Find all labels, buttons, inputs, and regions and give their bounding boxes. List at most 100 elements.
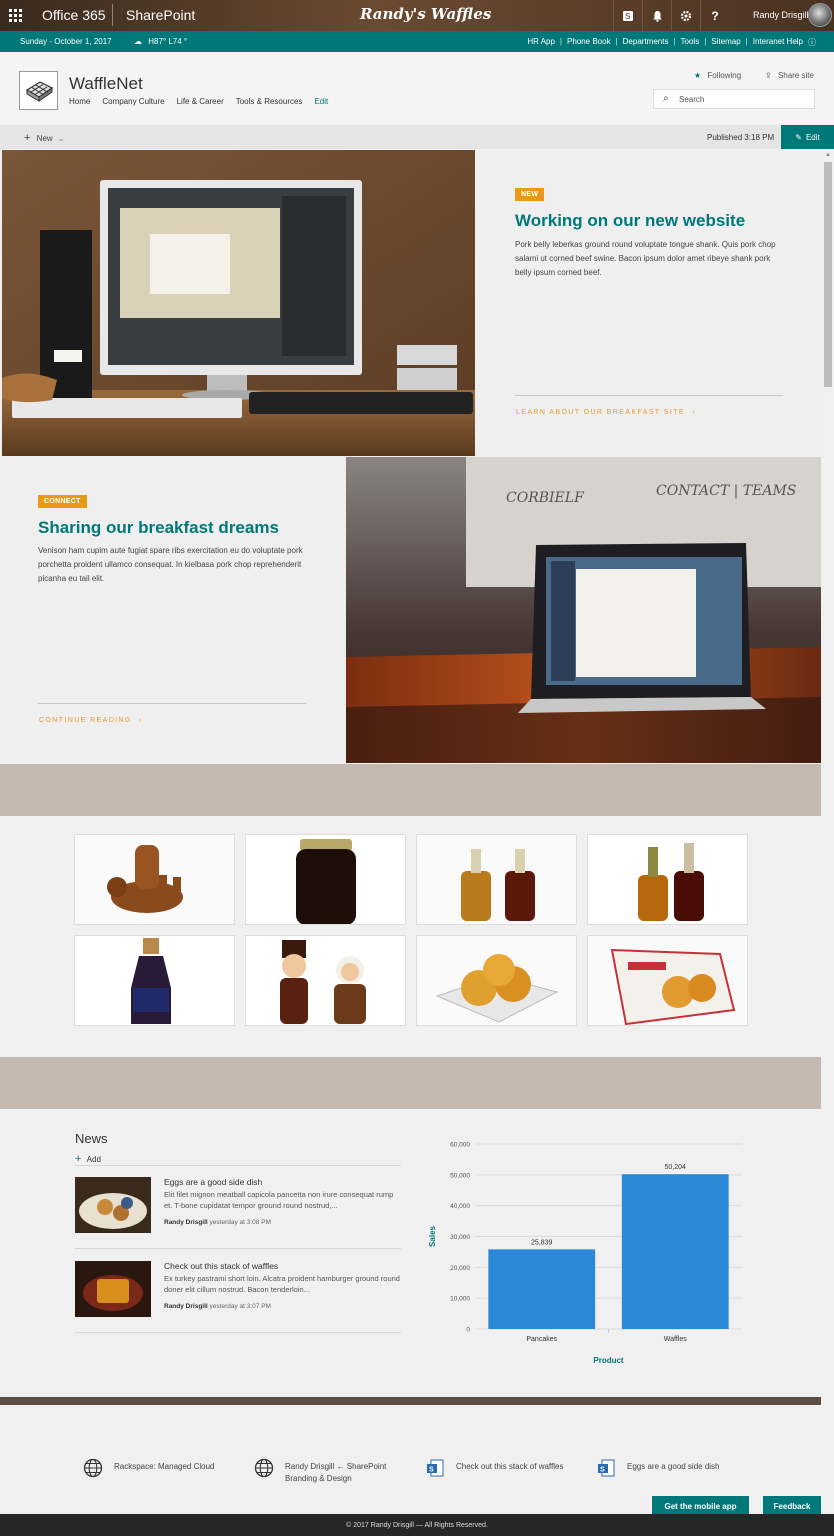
plus-icon: +: [75, 1153, 82, 1165]
link-departments[interactable]: Departments: [623, 37, 669, 48]
site-logo-waffle-icon[interactable]: [19, 71, 58, 110]
chart-y-tick-label: 10,000: [450, 1296, 470, 1303]
news-heading: News: [75, 1131, 108, 1146]
footer-link-rackspace[interactable]: Rackspace: Managed Cloud: [83, 1458, 244, 1478]
hero-2-body: Venison ham cupim aute fugiat spare ribs…: [38, 546, 303, 583]
news-item-title[interactable]: Eggs are a good side dish: [164, 1177, 262, 1187]
current-date: Sunday - October 1, 2017: [20, 37, 112, 46]
gallery-image-syrup-bottles-2[interactable]: [587, 834, 748, 925]
news-divider: [75, 1165, 401, 1166]
user-name[interactable]: Randy Drisgill: [753, 10, 809, 20]
news-item-author[interactable]: Randy Drisgill: [164, 1219, 208, 1226]
hero-desk-monitor-image[interactable]: [2, 150, 475, 456]
whiteboard-right-text: CONTACT | TEAMS: [656, 483, 796, 499]
pencil-icon: ✎: [795, 132, 802, 142]
gallery-image-homestyle-box[interactable]: [587, 935, 748, 1026]
get-mobile-app-button[interactable]: Get the mobile app: [652, 1496, 749, 1516]
weather-readout: ☁ H87° L74 °: [134, 37, 187, 46]
published-status: Published 3:18 PM: [707, 133, 775, 142]
hero-2-link[interactable]: CONTINUE READING ›: [39, 717, 143, 724]
office365-link[interactable]: Office 365: [42, 7, 106, 23]
search-icon: ⌕: [663, 93, 669, 104]
new-button[interactable]: + New ⌄: [24, 132, 65, 144]
footer-link-randy-drisgill[interactable]: Randy Drisgill ← SharePoint Branding & D…: [254, 1458, 415, 1485]
chart-data-label: 50,204: [665, 1164, 687, 1171]
footer-link-label: Eggs are a good side dish: [627, 1462, 720, 1471]
gallery-image-ceramic-cow[interactable]: [74, 834, 235, 925]
weather-cloud-icon: ☁: [134, 37, 142, 46]
sharepoint-link[interactable]: SharePoint: [126, 7, 195, 23]
copyright-bar: © 2017 Randy Drisgill — All Rights Reser…: [0, 1514, 834, 1536]
share-site-button[interactable]: ⇪ Share site: [765, 71, 814, 80]
following-button[interactable]: ★ Following: [694, 71, 741, 80]
gallery-image-syrup-bottle-blue[interactable]: [74, 935, 235, 1026]
user-avatar[interactable]: [808, 3, 832, 27]
notifications-icon[interactable]: [642, 0, 671, 31]
link-tools[interactable]: Tools: [681, 37, 700, 48]
hero-2-divider: [38, 703, 306, 704]
gallery-image-pilgrim-shakers[interactable]: [245, 935, 406, 1026]
nav-tools-resources[interactable]: Tools & Resources: [236, 97, 303, 106]
gallery-image-syrup-bottles[interactable]: [416, 834, 577, 925]
hero-1-body: Pork belly leberkas ground round volupta…: [515, 240, 776, 277]
footer-link-eggs[interactable]: S Eggs are a good side dish: [598, 1459, 757, 1477]
link-sitemap[interactable]: Sitemap: [711, 37, 740, 48]
link-hr-app[interactable]: HR App: [527, 37, 555, 48]
gallery-image-jam-jar[interactable]: [245, 834, 406, 925]
hero-laptop-image[interactable]: CORBIELF CONTACT | TEAMS: [346, 457, 821, 763]
sales-chart: 0 10,000 20,000 30,000 40,000 50,000 60,000 25,…: [420, 1134, 750, 1370]
whiteboard-left-text: CORBIELF: [506, 490, 585, 506]
nav-home[interactable]: Home: [69, 97, 90, 106]
link-interanet-help[interactable]: Interanet Help: [753, 37, 803, 48]
news-item-author[interactable]: Randy Drisgill: [164, 1303, 208, 1310]
command-bar: + New ⌄ Published 3:18 PM: [0, 125, 834, 149]
link-phone-book[interactable]: Phone Book: [567, 37, 611, 48]
nav-life-career[interactable]: Life & Career: [177, 97, 224, 106]
news-thumb-waffles[interactable]: [75, 1261, 151, 1317]
news-item-meta: Randy Drisgill yesterday at 3:08 PM: [164, 1219, 271, 1226]
nav-edit-link[interactable]: Edit: [314, 97, 328, 106]
page-scrollbar[interactable]: ▲: [822, 150, 834, 1497]
chart-y-axis-label: Sales: [428, 1225, 437, 1246]
footer-link-waffles[interactable]: S Check out this stack of waffles: [427, 1459, 566, 1477]
tag-new: NEW: [515, 188, 545, 201]
chart-y-tick-label: 20,000: [450, 1265, 470, 1272]
svg-text:S: S: [625, 12, 630, 21]
hero-2-title[interactable]: Sharing our breakfast dreams: [38, 518, 279, 538]
help-circle-icon[interactable]: ⓘ: [808, 37, 816, 48]
weather-text: H87° L74 °: [148, 37, 188, 46]
tag-connect: CONNECT: [38, 495, 87, 508]
decorative-band-2: [0, 1057, 821, 1109]
feedback-button[interactable]: Feedback: [763, 1496, 821, 1516]
site-title[interactable]: WaffleNet: [69, 74, 143, 94]
global-links: HR App | Phone Book | Departments | Tools | …: [527, 37, 816, 48]
nav-company-culture[interactable]: Company Culture: [102, 97, 164, 106]
search-box[interactable]: ⌕ Search: [653, 89, 815, 109]
news-divider: [75, 1332, 401, 1333]
chart-y-tick-label: 0: [466, 1327, 470, 1334]
suite-divider: [112, 4, 113, 26]
hero-1-text-panel: NEW Working on our new website Pork bell…: [475, 150, 822, 456]
star-icon: ★: [694, 71, 702, 80]
share-label: Share site: [777, 71, 814, 80]
news-thumb-eggs[interactable]: [75, 1177, 151, 1233]
news-item-time: yesterday at 3:08 PM: [209, 1219, 271, 1226]
add-news-button[interactable]: + Add: [75, 1153, 101, 1165]
chart-bar: [488, 1249, 596, 1329]
edit-page-button[interactable]: ✎ Edit: [781, 125, 834, 149]
scrollbar-thumb[interactable]: [824, 162, 832, 387]
settings-gear-icon[interactable]: [671, 0, 700, 31]
news-item-title[interactable]: Check out this stack of waffles: [164, 1261, 278, 1271]
gallery-image-waffles-plate[interactable]: [416, 935, 577, 1026]
app-launcher-icon[interactable]: [0, 0, 31, 31]
scroll-up-arrow-icon[interactable]: ▲: [825, 152, 831, 158]
hero-1-link[interactable]: LEARN ABOUT OUR BREAKFAST SITE ›: [516, 409, 696, 416]
hero-2-link-label: CONTINUE READING: [39, 717, 132, 724]
footer-link-label: Check out this stack of waffles: [456, 1462, 564, 1471]
help-icon[interactable]: ?: [700, 0, 729, 31]
chevron-right-icon: ›: [139, 717, 143, 724]
news-item-body: Elit filet mignon meatball capicola panc…: [164, 1190, 394, 1210]
hero-1-title[interactable]: Working on our new website: [515, 211, 745, 231]
skype-icon[interactable]: S: [613, 0, 642, 31]
new-label: New: [36, 134, 53, 143]
